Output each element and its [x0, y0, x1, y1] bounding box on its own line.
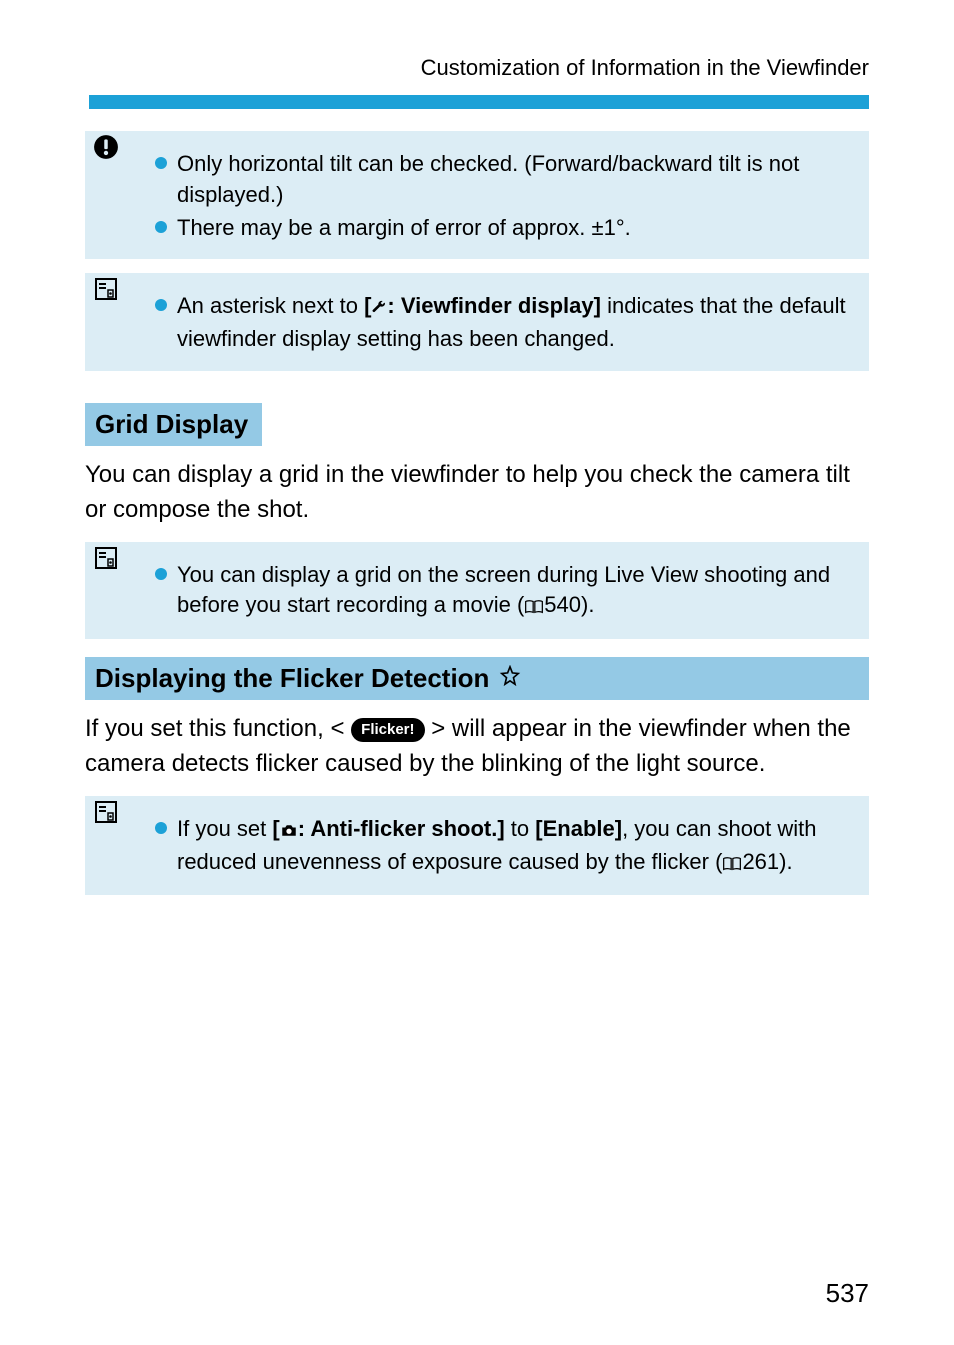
- page-ref-icon: [722, 849, 742, 880]
- note-box: You can display a grid on the screen dur…: [85, 542, 869, 640]
- star-icon: [499, 663, 521, 694]
- text-span: : Viewfinder display]: [387, 293, 601, 318]
- heading-text: Displaying the Flicker Detection: [95, 663, 489, 694]
- bullet-text: Only horizontal tilt can be checked. (Fo…: [177, 149, 849, 211]
- note-icon: [91, 275, 121, 303]
- text-span: If you set: [177, 816, 272, 841]
- page-number: 537: [826, 1278, 869, 1309]
- page-header-title: Customization of Information in the View…: [85, 55, 869, 81]
- text-span: You can display a grid on the screen dur…: [177, 562, 830, 618]
- flicker-badge: Flicker!: [351, 718, 424, 742]
- page-ref-icon: [524, 592, 544, 623]
- text-span: ).: [779, 849, 792, 874]
- text-span: [: [272, 816, 279, 841]
- text-span: [: [364, 293, 371, 318]
- bullet-dot-icon: [155, 221, 167, 233]
- body-paragraph: You can display a grid in the viewfinder…: [85, 458, 869, 528]
- bullet-item: You can display a grid on the screen dur…: [155, 560, 849, 624]
- bullet-text: There may be a margin of error of approx…: [177, 213, 849, 244]
- bullet-item: There may be a margin of error of approx…: [155, 213, 849, 244]
- note-icon: [91, 798, 121, 826]
- bullet-text: You can display a grid on the screen dur…: [177, 560, 849, 624]
- bullet-text: If you set [ : Anti-flicker shoot.] to [E…: [177, 814, 849, 880]
- bullet-dot-icon: [155, 157, 167, 169]
- document-page: Customization of Information in the View…: [0, 0, 954, 1345]
- text-span: ).: [581, 592, 594, 617]
- bullet-text: An asterisk next to [ : Viewfinder displa…: [177, 291, 849, 355]
- bullet-item: An asterisk next to [ : Viewfinder displa…: [155, 291, 849, 355]
- text-span: to: [505, 816, 536, 841]
- text-span: : Anti-flicker shoot.]: [298, 816, 505, 841]
- bullet-dot-icon: [155, 822, 167, 834]
- text-span: If you set this function, <: [85, 715, 344, 742]
- text-span: An asterisk next to: [177, 293, 364, 318]
- note-box: An asterisk next to [ : Viewfinder displa…: [85, 273, 869, 371]
- page-ref: 261: [742, 849, 779, 874]
- body-paragraph: If you set this function, < Flicker! > w…: [85, 712, 869, 782]
- caution-box: Only horizontal tilt can be checked. (Fo…: [85, 131, 869, 259]
- page-ref: 540: [544, 592, 581, 617]
- note-box: If you set [ : Anti-flicker shoot.] to [E…: [85, 796, 869, 896]
- text-span: [Enable]: [535, 816, 622, 841]
- wrench-icon: [371, 293, 387, 324]
- section-heading-flicker: Displaying the Flicker Detection: [85, 657, 869, 700]
- bullet-dot-icon: [155, 299, 167, 311]
- camera-icon: [280, 816, 298, 847]
- bullet-item: Only horizontal tilt can be checked. (Fo…: [155, 149, 849, 211]
- section-heading-grid: Grid Display: [85, 403, 262, 446]
- note-icon: [91, 544, 121, 572]
- bullet-item: If you set [ : Anti-flicker shoot.] to [E…: [155, 814, 849, 880]
- caution-icon: [91, 133, 121, 161]
- header-rule: [89, 95, 869, 109]
- bullet-dot-icon: [155, 568, 167, 580]
